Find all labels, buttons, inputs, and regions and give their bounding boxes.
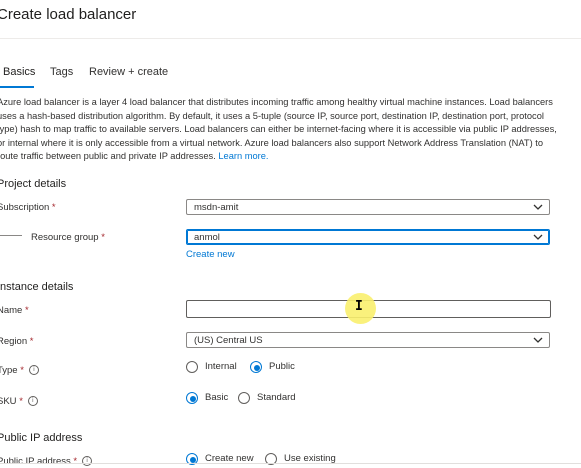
sku-label: SKU * i	[0, 396, 38, 407]
tab-tags[interactable]: Tags	[50, 66, 73, 78]
required-marker: *	[51, 202, 56, 213]
chevron-down-icon	[533, 337, 543, 343]
required-marker: *	[73, 456, 78, 467]
radio-button-checked-icon	[250, 361, 262, 373]
bottom-divider	[0, 463, 581, 464]
type-internal-label: Internal	[205, 361, 237, 372]
region-label: Region *	[0, 336, 34, 347]
region-value: (US) Central US	[194, 335, 263, 346]
subscription-value: msdn-amit	[194, 202, 239, 213]
section-public-ip-address: Public IP address	[0, 432, 83, 444]
section-project-details: Project details	[0, 178, 67, 190]
resource-group-dropdown[interactable]: anmol	[186, 229, 550, 245]
name-label: Name *	[0, 305, 29, 316]
resource-group-label: Resource group *	[31, 232, 105, 243]
create-new-resource-group-link[interactable]: Create new	[186, 249, 235, 260]
section-instance-details: Instance details	[0, 281, 74, 293]
region-dropdown[interactable]: (US) Central US	[186, 332, 550, 348]
sku-standard-label: Standard	[257, 392, 296, 403]
chevron-down-icon	[533, 234, 543, 240]
required-marker: *	[29, 336, 34, 347]
radio-button-icon	[186, 361, 198, 373]
text-cursor-icon: I	[355, 299, 363, 314]
required-marker: *	[20, 365, 24, 376]
subscription-label: Subscription *	[0, 202, 56, 213]
tab-basics[interactable]: Basics	[3, 66, 35, 78]
page-title: Create load balancer	[0, 6, 137, 23]
type-label: Type *i	[0, 365, 39, 376]
chevron-down-icon	[533, 204, 543, 210]
tab-active-indicator	[0, 86, 34, 88]
radio-button-icon	[238, 392, 250, 404]
public-ip-label: Public IP address * i	[0, 456, 93, 467]
learn-more-link[interactable]: Learn more.	[218, 151, 268, 161]
subscription-dropdown[interactable]: msdn-amit	[186, 199, 550, 215]
required-marker: *	[24, 305, 29, 316]
resource-group-value: anmol	[194, 232, 220, 243]
description-text: Azure load balancer is a layer 4 load ba…	[0, 96, 557, 164]
type-public-label: Public	[269, 361, 295, 372]
info-icon[interactable]: i	[27, 396, 38, 407]
title-divider	[0, 38, 581, 39]
sku-basic-label: Basic	[205, 392, 229, 403]
required-marker: *	[101, 232, 105, 243]
resource-group-indent-line	[0, 235, 22, 236]
radio-button-checked-icon	[186, 392, 198, 404]
info-icon[interactable]: i	[28, 365, 39, 376]
required-marker: *	[19, 396, 23, 407]
tab-review-create[interactable]: Review + create	[89, 66, 168, 78]
info-icon[interactable]: i	[82, 456, 93, 467]
description-body: Azure load balancer is a layer 4 load ba…	[0, 97, 557, 161]
